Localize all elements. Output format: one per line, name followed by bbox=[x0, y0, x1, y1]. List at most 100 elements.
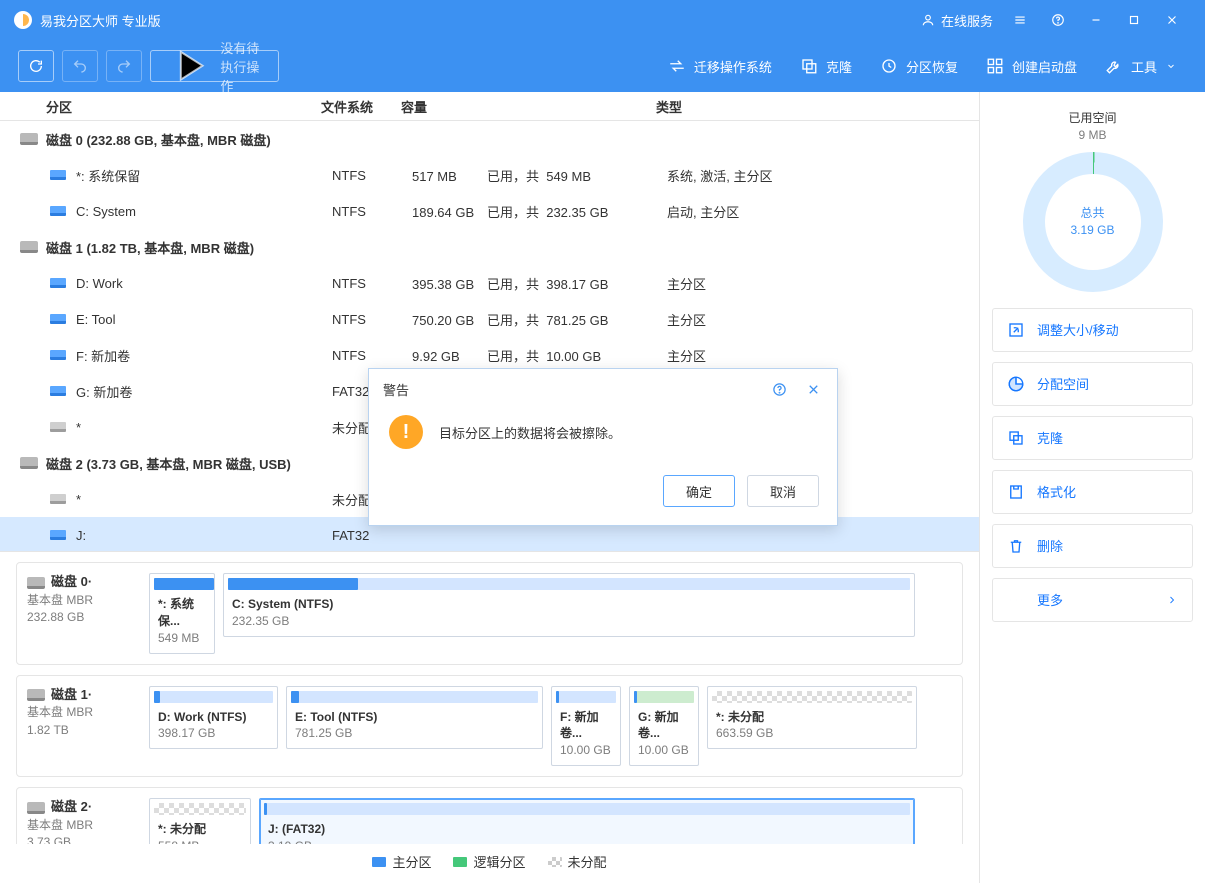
tools-label: 工具 bbox=[1131, 57, 1157, 76]
map-segment[interactable]: D: Work (NTFS)398.17 GB bbox=[149, 686, 278, 750]
seg-label: *: 系统保... bbox=[158, 596, 206, 630]
volume-icon bbox=[50, 530, 66, 540]
partition-name: J: bbox=[76, 528, 332, 543]
map-segment[interactable]: *: 未分配558 MB bbox=[149, 798, 251, 844]
format-button[interactable]: 格式化 bbox=[992, 470, 1193, 514]
refresh-icon bbox=[28, 58, 44, 74]
minimize-icon bbox=[1089, 13, 1103, 27]
disk-icon bbox=[20, 457, 38, 469]
clone-label: 克隆 bbox=[826, 57, 852, 76]
col-capacity: 容量 bbox=[401, 97, 656, 116]
partition-row[interactable]: D: WorkNTFS395.38 GB已用，共 398.17 GB主分区 bbox=[0, 265, 979, 301]
help-icon bbox=[772, 382, 787, 397]
seg-label: F: 新加卷... bbox=[560, 709, 612, 743]
allocate-button[interactable]: 分配空间 bbox=[992, 362, 1193, 406]
map-bars: *: 系统保...549 MBC: System (NTFS)232.35 GB bbox=[149, 573, 952, 653]
clone-partition-button[interactable]: 克隆 bbox=[992, 416, 1193, 460]
seg-label: *: 未分配 bbox=[716, 709, 908, 726]
map-info: 磁盘 0·基本盘 MBR232.88 GB bbox=[27, 573, 137, 653]
volume-icon bbox=[50, 350, 66, 360]
pending-operations: 没有待执行操作 bbox=[150, 50, 279, 82]
pending-label: 没有待执行操作 bbox=[220, 38, 264, 95]
refresh-button[interactable] bbox=[18, 50, 54, 82]
partition-capacity: 9.92 GB已用，共 10.00 GB bbox=[412, 346, 667, 365]
partition-fs: NTFS bbox=[332, 312, 412, 327]
migrate-icon bbox=[668, 57, 686, 75]
partition-row[interactable]: *: 系统保留NTFS517 MB已用，共 549 MB系统, 激活, 主分区 bbox=[0, 157, 979, 193]
partition-capacity: 395.38 GB已用，共 398.17 GB bbox=[412, 274, 667, 293]
map-segment[interactable]: C: System (NTFS)232.35 GB bbox=[223, 573, 915, 637]
legend-logical: 逻辑分区 bbox=[453, 852, 525, 871]
partition-fs: FAT32 bbox=[332, 528, 412, 543]
partition-name: C: System bbox=[76, 204, 332, 219]
maximize-button[interactable] bbox=[1115, 0, 1153, 40]
partition-name: E: Tool bbox=[76, 312, 332, 327]
title-bar: 易我分区大师 专业版 在线服务 bbox=[0, 0, 1205, 40]
undo-button[interactable] bbox=[62, 50, 98, 82]
total-value: 3.19 GB bbox=[1070, 222, 1114, 239]
clone-icon bbox=[800, 57, 818, 75]
help-button[interactable] bbox=[1039, 0, 1077, 40]
partition-fs: NTFS bbox=[332, 168, 412, 183]
more-button[interactable]: 更多 bbox=[992, 578, 1193, 622]
resize-button[interactable]: 调整大小/移动 bbox=[992, 308, 1193, 352]
seg-size: 549 MB bbox=[158, 630, 206, 647]
partition-row[interactable]: E: ToolNTFS750.20 GB已用，共 781.25 GB主分区 bbox=[0, 301, 979, 337]
partition-row[interactable]: C: SystemNTFS189.64 GB已用，共 232.35 GB启动, … bbox=[0, 193, 979, 229]
map-bars: D: Work (NTFS)398.17 GBE: Tool (NTFS)781… bbox=[149, 686, 952, 766]
migrate-os-button[interactable]: 迁移操作系统 bbox=[658, 50, 782, 82]
map-segment[interactable]: E: Tool (NTFS)781.25 GB bbox=[286, 686, 543, 750]
resize-icon bbox=[1007, 321, 1025, 339]
disk-row[interactable]: 磁盘 0 (232.88 GB, 基本盘, MBR 磁盘) bbox=[0, 121, 979, 157]
disk-row[interactable]: 磁盘 1 (1.82 TB, 基本盘, MBR 磁盘) bbox=[0, 229, 979, 265]
table-header: 分区 文件系统 容量 类型 bbox=[0, 92, 979, 121]
redo-button[interactable] bbox=[106, 50, 142, 82]
warning-dialog: 警告 ! 目标分区上的数据将会被擦除。 确定 取消 bbox=[368, 368, 838, 526]
map-segment[interactable]: J: (FAT32)3.19 GB bbox=[259, 798, 915, 844]
disk-map-row: 磁盘 1·基本盘 MBR1.82 TBD: Work (NTFS)398.17 … bbox=[16, 675, 963, 777]
used-label: 已用空间 bbox=[1068, 111, 1116, 125]
close-button[interactable] bbox=[1153, 0, 1191, 40]
dialog-body: ! 目标分区上的数据将会被擦除。 bbox=[369, 409, 837, 475]
map-segment[interactable]: *: 系统保...549 MB bbox=[149, 573, 215, 653]
partition-recovery-button[interactable]: 分区恢复 bbox=[870, 50, 968, 82]
seg-size: 558 MB bbox=[158, 838, 242, 844]
online-service-button[interactable]: 在线服务 bbox=[921, 11, 993, 30]
dialog-help-button[interactable] bbox=[769, 382, 789, 397]
partition-name: F: 新加卷 bbox=[76, 346, 332, 365]
right-panel: 已用空间9 MB 总共3.19 GB 调整大小/移动 分配空间 克隆 格式化 删… bbox=[980, 92, 1205, 883]
seg-size: 781.25 GB bbox=[295, 725, 534, 742]
minimize-button[interactable] bbox=[1077, 0, 1115, 40]
map-segment[interactable]: G: 新加卷...10.00 GB bbox=[629, 686, 699, 766]
partition-name: * bbox=[76, 492, 332, 507]
dialog-close-button[interactable] bbox=[803, 382, 823, 397]
seg-label: D: Work (NTFS) bbox=[158, 709, 269, 726]
delete-button[interactable]: 删除 bbox=[992, 524, 1193, 568]
disk-icon bbox=[20, 133, 38, 145]
dialog-footer: 确定 取消 bbox=[369, 475, 837, 525]
map-segment[interactable]: *: 未分配663.59 GB bbox=[707, 686, 917, 750]
dialog-cancel-button[interactable]: 取消 bbox=[747, 475, 819, 507]
chevron-right-icon bbox=[1166, 591, 1178, 609]
partition-name: *: 系统保留 bbox=[76, 166, 332, 185]
create-bootdisk-button[interactable]: 创建启动盘 bbox=[976, 50, 1087, 82]
warning-icon: ! bbox=[389, 415, 423, 449]
menu-button[interactable] bbox=[1001, 0, 1039, 40]
play-icon bbox=[165, 42, 212, 89]
volume-icon bbox=[50, 494, 66, 504]
dialog-title: 警告 bbox=[383, 380, 409, 399]
partition-name: G: 新加卷 bbox=[76, 382, 332, 401]
seg-size: 10.00 GB bbox=[638, 742, 690, 759]
dialog-header: 警告 bbox=[369, 369, 837, 409]
partition-type: 系统, 激活, 主分区 bbox=[667, 166, 979, 185]
partition-fs: NTFS bbox=[332, 348, 412, 363]
partition-capacity: 750.20 GB已用，共 781.25 GB bbox=[412, 310, 667, 329]
dialog-ok-button[interactable]: 确定 bbox=[663, 475, 735, 507]
more-icon bbox=[1007, 591, 1025, 609]
map-segment[interactable]: F: 新加卷...10.00 GB bbox=[551, 686, 621, 766]
tools-button[interactable]: 工具 bbox=[1095, 50, 1187, 82]
undo-icon bbox=[72, 58, 88, 74]
recovery-label: 分区恢复 bbox=[906, 57, 958, 76]
clone-button[interactable]: 克隆 bbox=[790, 50, 862, 82]
bootdisk-icon bbox=[986, 57, 1004, 75]
